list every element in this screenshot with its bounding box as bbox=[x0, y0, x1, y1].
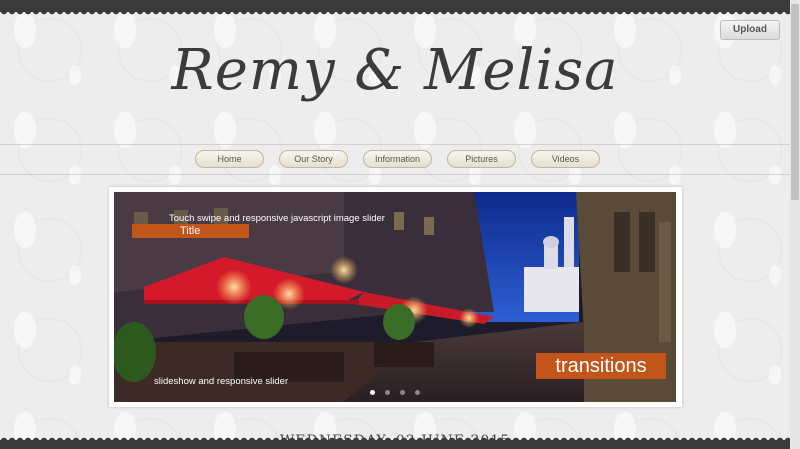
slide-title-label: Title bbox=[132, 224, 249, 238]
top-scalloped-band bbox=[0, 0, 790, 16]
slider-pagination bbox=[370, 390, 430, 395]
slide-image[interactable]: Touch swipe and responsive javascript im… bbox=[114, 192, 676, 402]
nav-rule-bottom bbox=[0, 174, 790, 175]
page-title: Remy & Melisa bbox=[171, 38, 619, 103]
slider-dot-2[interactable] bbox=[385, 390, 390, 395]
slide-transitions-label: transitions bbox=[536, 353, 666, 379]
slider-dot-3[interactable] bbox=[400, 390, 405, 395]
nav-item-information[interactable]: Information bbox=[363, 150, 432, 168]
main-nav: Home Our Story Information Pictures Vide… bbox=[195, 150, 600, 168]
nav-item-videos[interactable]: Videos bbox=[531, 150, 600, 168]
nav-item-our-story[interactable]: Our Story bbox=[279, 150, 348, 168]
nav-rule-top bbox=[0, 144, 790, 145]
scrollbar-thumb[interactable] bbox=[791, 4, 799, 200]
slide-caption-top: Touch swipe and responsive javascript im… bbox=[169, 213, 385, 224]
nav-item-home[interactable]: Home bbox=[195, 150, 264, 168]
bottom-scalloped-band bbox=[0, 436, 790, 449]
image-slider[interactable]: Touch swipe and responsive javascript im… bbox=[109, 187, 682, 407]
slide-caption-bottom: slideshow and responsive slider bbox=[154, 376, 289, 387]
slider-dot-4[interactable] bbox=[415, 390, 420, 395]
slider-dot-1[interactable] bbox=[370, 390, 375, 395]
vertical-scrollbar[interactable] bbox=[790, 0, 800, 449]
nav-item-pictures[interactable]: Pictures bbox=[447, 150, 516, 168]
upload-button[interactable]: Upload bbox=[720, 20, 780, 40]
